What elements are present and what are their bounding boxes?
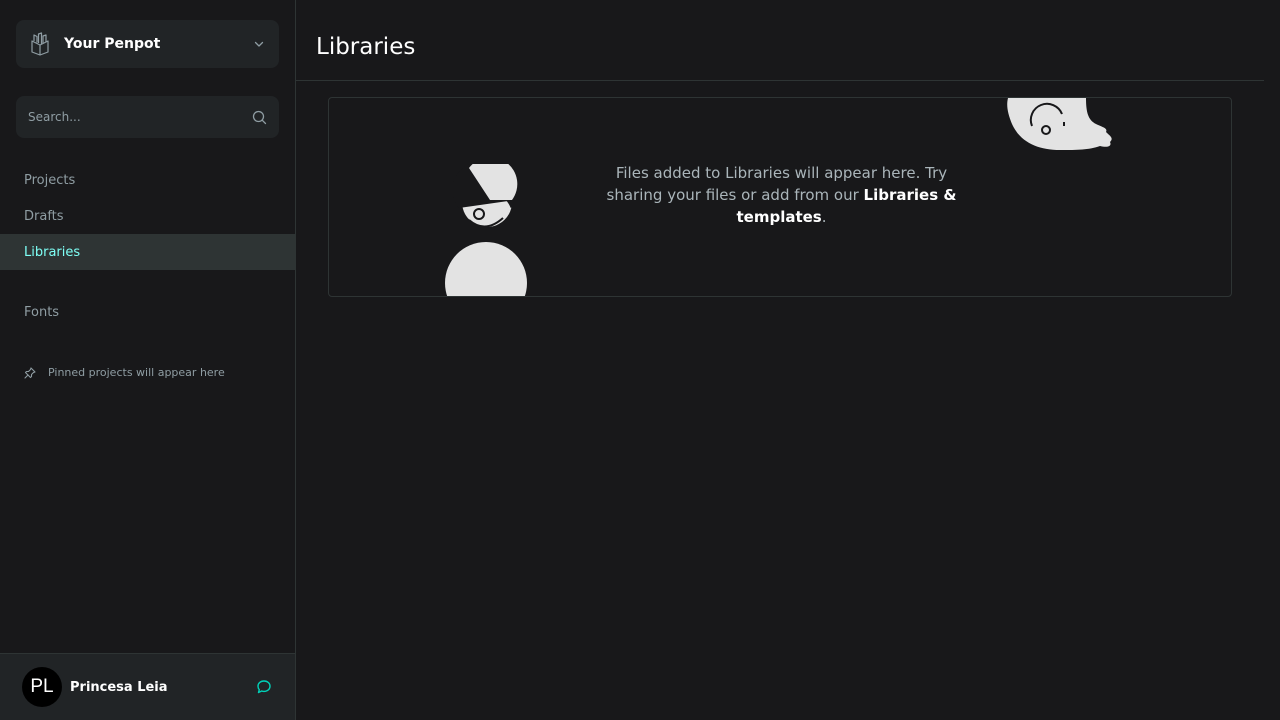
pin-icon — [24, 366, 36, 379]
empty-state-illustration-right — [1007, 98, 1112, 150]
profile-name[interactable]: Princesa Leia — [70, 680, 255, 695]
avatar[interactable]: PL — [22, 667, 62, 707]
search-input[interactable] — [28, 110, 251, 124]
pinned-projects-hint: Pinned projects will appear here — [24, 366, 225, 379]
sidebar-item-libraries[interactable]: Libraries — [0, 234, 295, 270]
penpot-logo-icon — [28, 32, 52, 56]
comments-icon[interactable] — [255, 678, 273, 696]
sidebar-item-drafts[interactable]: Drafts — [0, 198, 295, 234]
dashboard: Your Penpot Projects Drafts Libraries Fo… — [0, 0, 1280, 720]
main-content: Libraries Files added to Libraries will … — [296, 0, 1280, 720]
sidebar-item-projects[interactable]: Projects — [0, 162, 295, 198]
team-name: Your Penpot — [64, 36, 161, 52]
sidebar-nav: Projects Drafts Libraries Fonts — [0, 162, 295, 330]
pinned-projects-text: Pinned projects will appear here — [48, 366, 225, 379]
sidebar-item-fonts[interactable]: Fonts — [0, 294, 295, 330]
empty-state-illustration-left — [445, 164, 527, 296]
page-title: Libraries — [316, 34, 416, 60]
profile-section[interactable]: PL Princesa Leia — [0, 653, 295, 720]
chevron-down-icon — [251, 36, 267, 52]
team-selector[interactable]: Your Penpot — [16, 20, 279, 68]
empty-state-text-end: . — [821, 208, 827, 226]
libraries-empty-state: Files added to Libraries will appear her… — [328, 97, 1232, 297]
empty-state-message: Files added to Libraries will appear her… — [599, 162, 964, 228]
header-divider — [296, 80, 1264, 81]
sidebar: Your Penpot Projects Drafts Libraries Fo… — [0, 0, 296, 720]
search-icon[interactable] — [251, 109, 267, 125]
search-box — [16, 96, 279, 138]
